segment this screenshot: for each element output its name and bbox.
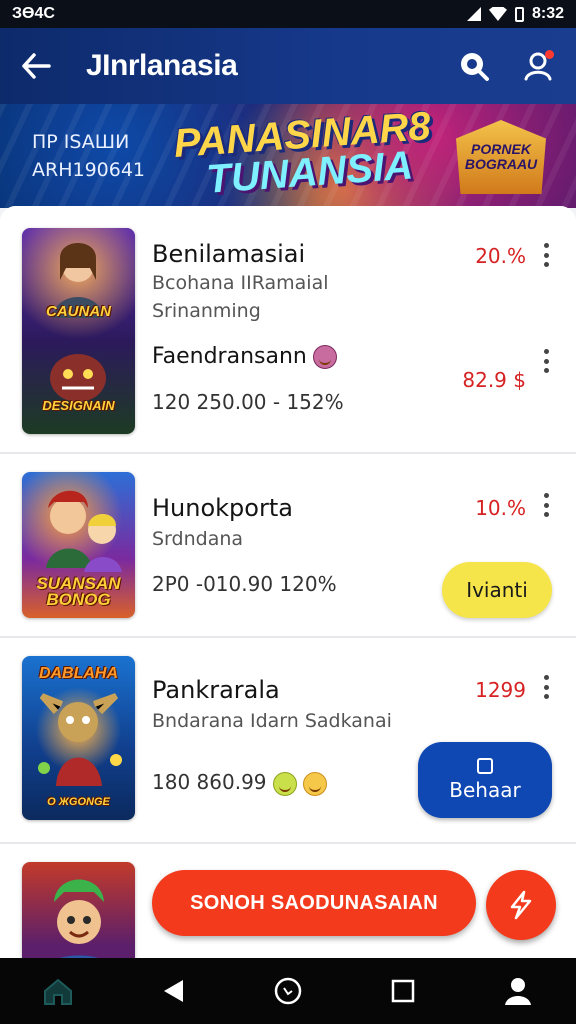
item-subtitle: Bcohana IIRamaial <box>152 272 329 294</box>
item-subtitle: Srdndana <box>152 528 244 550</box>
game-thumbnail[interactable] <box>22 862 135 958</box>
quick-action-fab[interactable] <box>486 870 556 940</box>
item-price: 20.% <box>475 244 526 268</box>
item-title: Hunokporta <box>152 494 293 522</box>
more-options-icon[interactable] <box>538 490 554 520</box>
circle-home-icon <box>274 977 302 1005</box>
user-icon <box>505 978 532 1005</box>
nav-back-button[interactable] <box>143 961 203 1021</box>
thumbnail-caption-bottom: O ЖGONGE <box>47 796 110 808</box>
item-secondary-title: Faendransann <box>152 344 337 369</box>
app-screen: ЗӨ4С 8:32 JInrlanasia ПР ISAШИ ARH190641… <box>0 0 576 1024</box>
page-title: JInrlanasia <box>86 49 238 82</box>
more-options-icon[interactable] <box>538 240 554 270</box>
game-list: CAUNAN DESIGNAIN Benilamasiai Bcohana II… <box>0 206 576 958</box>
banner-badge-line1: PORNEK <box>471 141 531 157</box>
nav-assistant-button[interactable] <box>258 961 318 1021</box>
nav-home-button[interactable] <box>28 961 88 1021</box>
calendar-icon <box>477 758 493 774</box>
item-title: Pankrarala <box>152 676 280 704</box>
emoji-icon <box>272 771 297 796</box>
search-icon <box>461 53 489 81</box>
action-button[interactable]: Ivianti <box>442 562 552 618</box>
item-stats: 120 250.00 - 152% <box>152 390 344 414</box>
item-stats: 180 860.99 <box>152 770 327 796</box>
avatar-emoji-icon <box>312 345 337 369</box>
thumbnail-caption-bottom: SUANSAN BONOG <box>36 574 121 609</box>
square-recents-icon <box>391 979 415 1003</box>
profile-button[interactable] <box>512 40 564 92</box>
promo-banner[interactable]: ПР ISAШИ ARH190641 PANASINAR8 TUNANSIA P… <box>0 104 576 208</box>
search-button[interactable] <box>448 40 500 92</box>
thumbnail-caption-bottom: DESIGNAIN <box>42 398 115 413</box>
banner-left-line2: ARH190641 <box>32 159 146 181</box>
emoji-icon <box>302 771 327 796</box>
item-stats: 2P0 -010.90 120% <box>152 572 337 596</box>
action-button-label: Behaar <box>449 778 521 802</box>
item-price: 1299 <box>475 678 526 702</box>
banner-badge-line2: BOGRAAU <box>464 156 538 172</box>
banner-left-text: ПР ISAШИ ARH190641 <box>32 128 145 184</box>
signal-icon <box>466 7 481 21</box>
lightning-icon <box>510 890 532 920</box>
character-art-icon <box>54 879 104 958</box>
item-title: Benilamasiai <box>152 240 306 268</box>
item-price: 10.% <box>475 496 526 520</box>
wifi-icon <box>488 7 507 21</box>
list-item[interactable]: SUANSAN BONOG Hunokporta Srdndana 10.% 2… <box>0 454 576 638</box>
more-options-icon[interactable] <box>538 346 554 376</box>
item-stats-text: 180 860.99 <box>152 770 267 794</box>
item-secondary-price: 82.9 $ <box>462 368 526 392</box>
more-options-icon[interactable] <box>538 672 554 702</box>
game-thumbnail[interactable]: DABLAHA O ЖGONGE <box>22 656 135 820</box>
status-time: 8:32 <box>531 5 564 22</box>
status-left-text: ЗӨ4С <box>12 5 55 22</box>
banner-headline: PANASINAR8 TUNANSIA <box>172 104 435 202</box>
back-button[interactable] <box>8 38 64 94</box>
arrow-left-icon <box>22 53 51 79</box>
action-button[interactable]: Behaar <box>418 742 552 818</box>
list-item[interactable]: CAUNAN DESIGNAIN Benilamasiai Bcohana II… <box>0 206 576 454</box>
item-subtitle-2: Srinanming <box>152 300 261 322</box>
nav-recents-button[interactable] <box>373 961 433 1021</box>
triangle-back-icon <box>163 980 183 1002</box>
status-bar: ЗӨ4С 8:32 <box>0 0 576 28</box>
app-bar: JInrlanasia <box>0 28 576 104</box>
game-thumbnail[interactable]: CAUNAN DESIGNAIN <box>22 228 135 434</box>
home-icon <box>43 978 72 1005</box>
primary-cta-button[interactable]: SONOH SAODUNASAIAN <box>152 870 476 936</box>
thumbnail-caption-top: CAUNAN <box>46 303 111 320</box>
banner-left-line1: ПР ISAШИ <box>32 131 130 153</box>
game-thumbnail[interactable]: SUANSAN BONOG <box>22 472 135 618</box>
item-secondary-title-text: Faendransann <box>152 344 307 369</box>
notification-dot <box>545 50 554 59</box>
thumbnail-caption-top: DABLAHA <box>38 665 119 682</box>
list-item[interactable]: DABLAHA O ЖGONGE Pankrarala Bndarana Ida… <box>0 638 576 844</box>
nav-account-button[interactable] <box>488 961 548 1021</box>
item-subtitle: Bndarana Idarn Sadkanai <box>152 710 392 732</box>
battery-icon <box>514 6 524 22</box>
system-nav-bar <box>0 958 576 1024</box>
status-icons: 8:32 <box>466 5 564 23</box>
